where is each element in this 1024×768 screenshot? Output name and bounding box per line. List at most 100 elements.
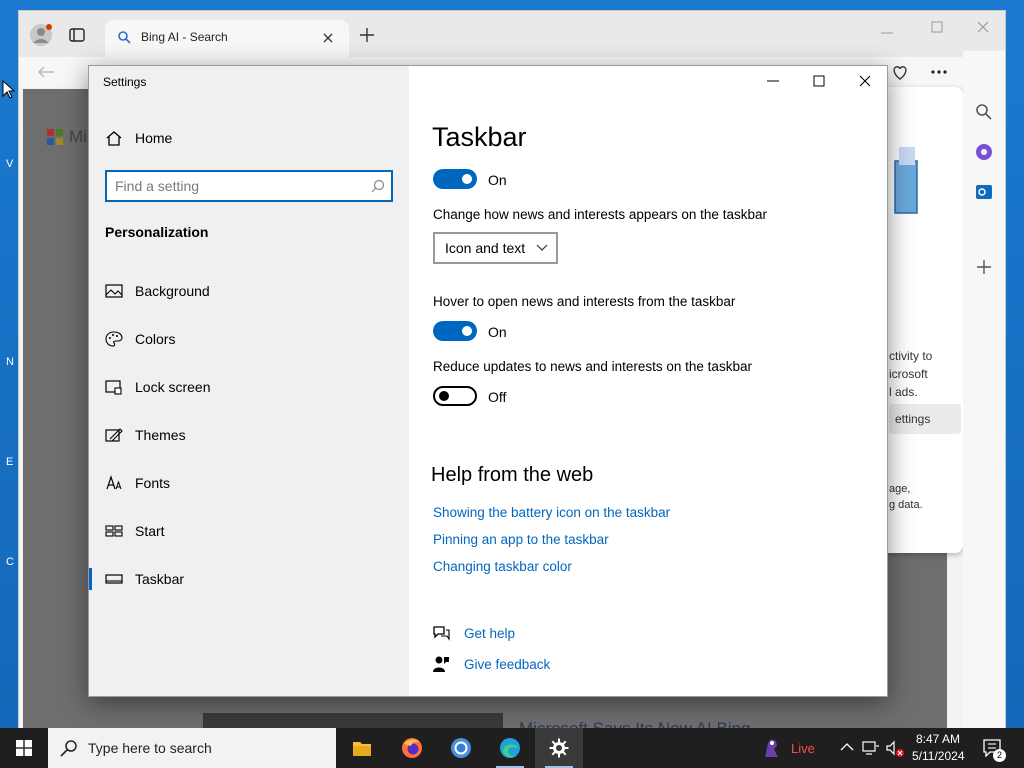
sidebar-item-label: Home [135, 130, 173, 146]
themes-icon [105, 428, 123, 442]
new-tab-icon[interactable] [359, 27, 375, 43]
notification-count-badge: 2 [993, 749, 1006, 762]
mouse-cursor-icon [2, 80, 16, 99]
lock-screen-icon [105, 380, 122, 395]
find-setting-search-box[interactable] [105, 170, 393, 202]
sidebar-item-start[interactable]: Start [89, 511, 409, 551]
browser-minimize-icon[interactable] [881, 27, 893, 39]
clock-time[interactable]: 8:47 AM [916, 732, 960, 746]
reduce-updates-label: Reduce updates to news and interests on … [433, 359, 752, 374]
taskbar-settings[interactable] [535, 728, 583, 768]
search-icon [371, 179, 385, 193]
sidebar-item-label: Taskbar [135, 571, 185, 587]
palette-icon [105, 331, 123, 347]
windows-taskbar: Type here to search Live 8:47 AM 5/11/20… [0, 728, 1024, 768]
reduce-updates-toggle[interactable] [433, 386, 477, 406]
more-options-icon[interactable] [931, 70, 947, 74]
chevron-up-icon[interactable] [840, 742, 854, 752]
get-help-icon [433, 626, 450, 641]
sidebar-item-fonts[interactable]: Fonts [89, 463, 409, 503]
sidebar-item-themes[interactable]: Themes [89, 415, 409, 455]
live-label[interactable]: Live [791, 741, 815, 756]
news-interests-label: Change how news and interests appears on… [433, 207, 767, 222]
discover-icon[interactable] [975, 143, 993, 161]
tab-actions-icon[interactable] [69, 27, 85, 43]
find-setting-input[interactable] [115, 176, 363, 196]
desktop-icon-label[interactable]: C [6, 556, 14, 568]
browser-sidebar-rail [963, 51, 1005, 743]
browser-tab[interactable]: Bing AI - Search [105, 20, 349, 57]
logo-text: Mi [69, 127, 87, 146]
premier-league-icon[interactable] [760, 737, 782, 759]
card-text: age, [889, 483, 911, 495]
card-text: l ads. [889, 385, 918, 399]
browser-maximize-icon[interactable] [931, 21, 943, 33]
windows-start-icon[interactable] [16, 740, 32, 756]
browser-essentials-icon[interactable] [891, 63, 909, 81]
taskbar-file-explorer[interactable] [338, 728, 386, 768]
outlook-icon[interactable] [975, 183, 993, 201]
start-icon [105, 525, 123, 537]
active-indicator [89, 568, 92, 590]
fonts-icon [106, 475, 122, 490]
help-link-taskbar-color[interactable]: Changing taskbar color [433, 559, 572, 574]
taskbar-main-toggle[interactable] [433, 169, 477, 189]
toggle-state-label: On [488, 172, 507, 188]
desktop-icon-label[interactable]: N [6, 356, 14, 368]
taskbar-search-box[interactable]: Type here to search [48, 728, 336, 768]
minimize-icon[interactable] [767, 80, 779, 82]
taskbar-firefox[interactable] [388, 728, 436, 768]
card-text: g data. [889, 499, 923, 511]
sidebar-item-taskbar[interactable]: Taskbar [89, 559, 409, 599]
search-icon[interactable] [975, 103, 993, 121]
back-arrow-icon[interactable] [37, 65, 55, 79]
folder-icon [353, 742, 371, 756]
news-interests-dropdown[interactable]: Icon and text [433, 232, 558, 264]
sidebar-item-label: Start [135, 523, 165, 539]
home-icon [106, 131, 122, 146]
chevron-down-icon [536, 244, 548, 251]
close-icon[interactable] [859, 75, 871, 87]
hover-open-label: Hover to open news and interests from th… [433, 294, 736, 309]
help-link-battery-icon[interactable]: Showing the battery icon on the taskbar [433, 505, 670, 520]
clock-date[interactable]: 5/11/2024 [912, 749, 965, 763]
give-feedback-icon [433, 656, 449, 672]
taskbar-icon [105, 574, 123, 584]
volume-muted-icon[interactable] [885, 740, 905, 758]
sidebar-item-background[interactable]: Background [89, 271, 409, 311]
settings-sidebar: Settings Home Personalization Background [89, 66, 409, 696]
taskbar-search-placeholder: Type here to search [88, 740, 212, 756]
sidebar-item-colors[interactable]: Colors [89, 319, 409, 359]
desktop-icon-label[interactable]: V [6, 158, 13, 170]
sidebar-item-lock-screen[interactable]: Lock screen [89, 367, 409, 407]
toggle-state-label: Off [488, 389, 507, 405]
edge-icon [500, 738, 520, 758]
add-icon[interactable] [976, 259, 992, 275]
page-title: Taskbar [432, 122, 527, 152]
background-flyout-card: ctivity to icrosoft l ads. ettings age, … [887, 87, 963, 553]
browser-close-icon[interactable] [977, 21, 989, 33]
help-link-pinning-app[interactable]: Pinning an app to the taskbar [433, 532, 609, 547]
card-settings-button[interactable]: ettings [889, 404, 961, 434]
hover-open-toggle[interactable] [433, 321, 477, 341]
chrome-icon [451, 738, 471, 758]
taskbar-edge[interactable] [486, 728, 534, 768]
window-title: Settings [103, 75, 147, 89]
settings-gear-icon [549, 738, 569, 758]
sidebar-item-home[interactable]: Home [89, 118, 409, 158]
search-icon [60, 740, 77, 757]
close-tab-icon[interactable] [323, 33, 333, 43]
settings-window: Settings Home Personalization Background [88, 65, 888, 697]
tab-title: Bing AI - Search [141, 30, 228, 44]
card-text: ctivity to [889, 349, 933, 363]
taskbar-chrome[interactable] [437, 728, 485, 768]
network-icon[interactable] [862, 740, 880, 756]
give-feedback-link[interactable]: Give feedback [464, 657, 550, 672]
sidebar-item-label: Fonts [135, 475, 171, 491]
help-section-title: Help from the web [431, 464, 594, 486]
search-icon [118, 31, 131, 44]
maximize-icon[interactable] [813, 75, 825, 87]
get-help-link[interactable]: Get help [464, 626, 515, 641]
desktop-icon-label[interactable]: E [6, 456, 13, 468]
profile-avatar-icon[interactable] [29, 23, 53, 47]
